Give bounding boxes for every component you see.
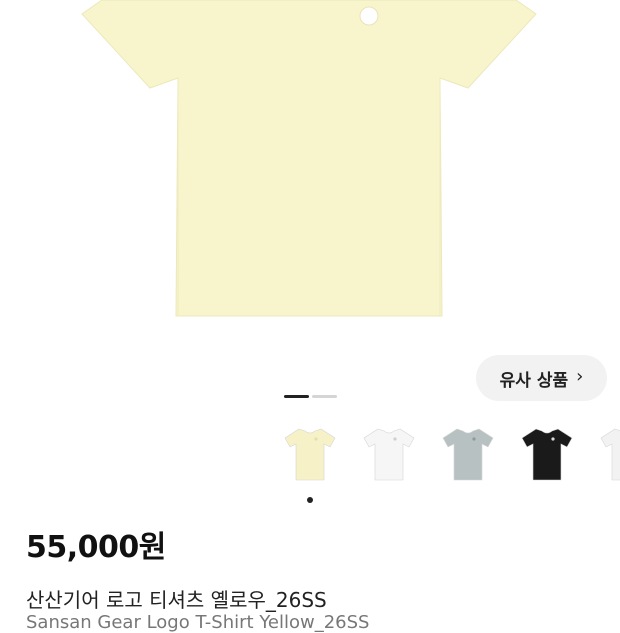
tshirt-thumbnail [600,428,620,481]
chevron-right-icon: › [576,366,584,387]
logo-emblem [359,6,379,26]
carousel-indicator[interactable] [312,395,337,398]
tshirt-image [81,0,537,317]
product-subtitle: Sansan Gear Logo T-Shirt Yellow_26SS [26,612,370,633]
price: 55,000원 [26,530,166,565]
thumbnail-logo [314,437,318,441]
variant-yellow[interactable] [277,418,343,484]
similar-products-label: 유사 상품 [499,370,569,391]
variant-white[interactable] [356,418,422,484]
variant-black[interactable] [514,418,580,484]
thumbnail-logo [393,437,397,441]
product-title: 산산기어 로고 티셔츠 옐로우_26SS [26,588,327,612]
thumbnail-logo [551,437,555,441]
tshirt-thumbnail [363,428,415,481]
similar-products-button[interactable]: 유사 상품 › [476,355,607,401]
tshirt-thumbnail [284,428,336,481]
color-variants [0,418,620,496]
selected-variant-dot [307,497,313,503]
tshirt-thumbnail [442,428,494,481]
thumbnail-logo [472,437,476,441]
variant-light[interactable] [593,418,620,484]
carousel-indicator-active [284,395,309,398]
product-image[interactable] [0,0,620,350]
variant-gray[interactable] [435,418,501,484]
tshirt-thumbnail [521,428,573,481]
